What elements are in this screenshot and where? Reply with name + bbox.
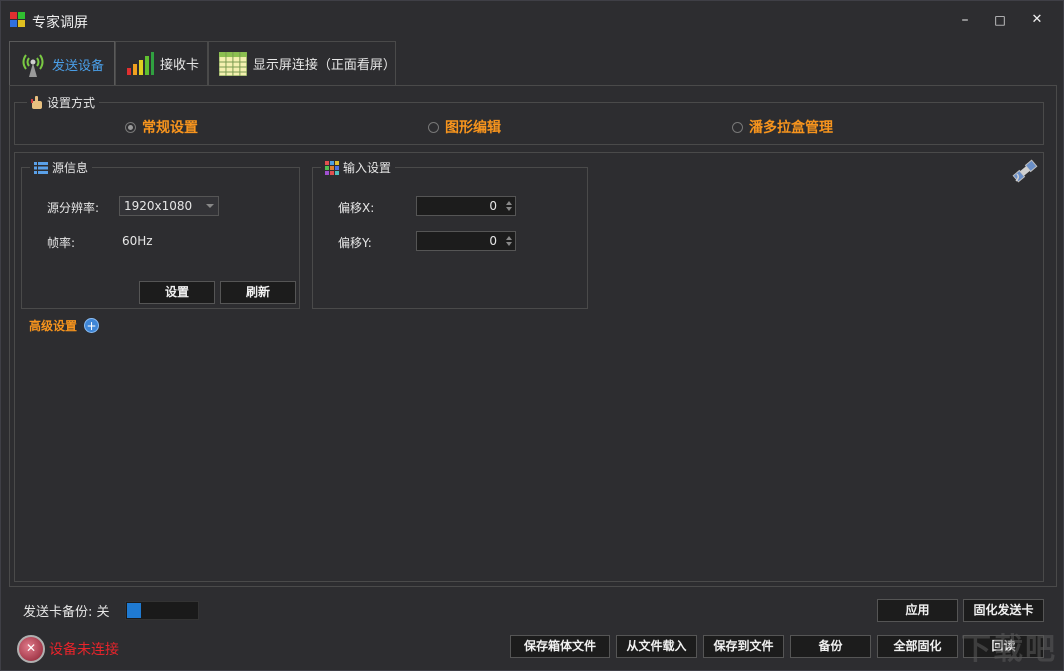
tab-label: 发送设备	[52, 59, 105, 74]
source-info-group: 源信息 源分辨率: 1920x1080 帧率: 60Hz 设置 刷新	[21, 159, 300, 309]
spin-up-icon[interactable]	[506, 236, 512, 240]
input-settings-legend: 输入设置	[321, 159, 396, 176]
list-icon	[34, 161, 48, 174]
tab-display-connection[interactable]: 显示屏连接（正面看屏）	[208, 41, 396, 85]
offset-x-label: 偏移X:	[338, 201, 375, 215]
color-grid-icon	[325, 160, 339, 175]
refresh-button[interactable]: 刷新	[220, 281, 296, 304]
radio-dot[interactable]	[732, 121, 743, 133]
offset-y-stepper[interactable]: 0	[416, 231, 516, 251]
radio-dot[interactable]	[428, 121, 439, 133]
expand-plus-icon[interactable]: +	[84, 318, 100, 333]
framerate-label: 帧率:	[47, 236, 76, 250]
tab-sending-device[interactable]: 发送设备	[9, 41, 115, 87]
title-bar: 专家调屏 – □ ✕	[1, 1, 1063, 39]
setting-mode-group: 设置方式 常规设置 图形编辑 潘多拉盒管理	[14, 94, 1044, 145]
watermark-logo: 下载吧	[961, 632, 1057, 667]
close-button[interactable]: ✕	[1023, 7, 1051, 33]
spin-up-icon[interactable]	[506, 201, 512, 205]
antenna-icon	[22, 53, 44, 77]
connection-status: 设备未连接	[17, 635, 119, 663]
radio-graphic-edit[interactable]: 图形编辑	[428, 117, 501, 137]
setting-mode-legend: 设置方式	[27, 94, 100, 111]
toggle-knob[interactable]	[127, 603, 141, 618]
backup-button[interactable]: 备份	[790, 635, 871, 658]
grid-table-icon	[219, 51, 247, 76]
offset-x-stepper[interactable]: 0	[416, 196, 516, 216]
tab-label: 显示屏连接（正面看屏）	[252, 58, 396, 73]
solidify-all-button[interactable]: 全部固化	[877, 635, 958, 658]
minimize-button[interactable]: –	[951, 7, 979, 33]
load-from-file-button[interactable]: 从文件载入	[616, 635, 697, 658]
source-info-legend: 源信息	[30, 159, 93, 176]
tab-receiving-card[interactable]: 接收卡	[115, 41, 208, 85]
radio-pandora-box[interactable]: 潘多拉盒管理	[732, 117, 833, 137]
chevron-down-icon	[206, 204, 214, 208]
window-title: 专家调屏	[32, 15, 88, 31]
hand-pointer-icon	[31, 95, 42, 109]
offset-y-label: 偏移Y:	[338, 236, 372, 250]
advanced-settings[interactable]: 高级设置 +	[29, 317, 100, 334]
app-logo-icon	[10, 12, 26, 28]
save-to-file-button[interactable]: 保存到文件	[703, 635, 784, 658]
resolution-select[interactable]: 1920x1080	[119, 196, 219, 216]
satellite-icon[interactable]	[1011, 157, 1039, 185]
sender-backup-toggle[interactable]	[125, 601, 199, 620]
apply-button[interactable]: 应用	[877, 599, 958, 622]
disconnected-icon	[17, 635, 45, 663]
main-window: 专家调屏 – □ ✕ 发送设备 接收卡 显示屏连接（正面看屏） 设置方式 常规设…	[0, 0, 1064, 671]
solidify-sender-button[interactable]: 固化发送卡	[963, 599, 1044, 622]
sender-backup-label: 发送卡备份: 关	[23, 605, 110, 620]
tab-label: 接收卡	[160, 58, 200, 73]
input-settings-group: 输入设置 偏移X: 0 偏移Y: 0	[312, 159, 588, 309]
tab-panel: 设置方式 常规设置 图形编辑 潘多拉盒管理 源信息 源分辨率: 1920x108…	[9, 85, 1057, 587]
spin-down-icon[interactable]	[506, 207, 512, 211]
save-cabinet-file-button[interactable]: 保存箱体文件	[510, 635, 610, 658]
radio-dot[interactable]	[125, 121, 136, 133]
resolution-label: 源分辨率:	[47, 201, 100, 215]
tab-strip: 发送设备 接收卡 显示屏连接（正面看屏）	[9, 41, 1055, 87]
maximize-button[interactable]: □	[986, 7, 1014, 33]
radio-normal-settings[interactable]: 常规设置	[125, 117, 198, 137]
framerate-value: 60Hz	[122, 234, 153, 248]
spin-down-icon[interactable]	[506, 242, 512, 246]
set-button[interactable]: 设置	[139, 281, 215, 304]
settings-content: 源信息 源分辨率: 1920x1080 帧率: 60Hz 设置 刷新 输入设置 …	[14, 152, 1044, 582]
signal-bars-icon	[127, 51, 154, 75]
